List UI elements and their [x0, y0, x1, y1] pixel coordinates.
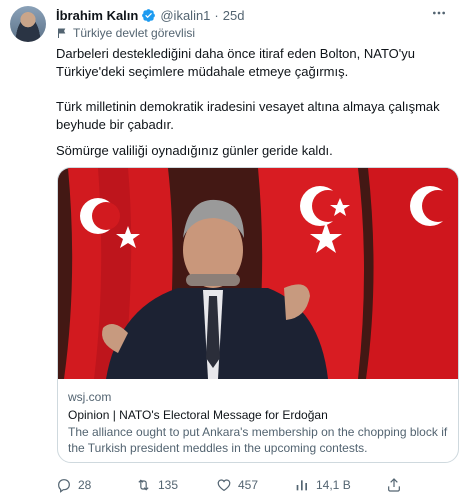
tweet-header: İbrahim Kalın @ikalin1 · 25d — [56, 6, 244, 24]
views-count: 14,1 B — [316, 478, 351, 492]
card-image — [58, 168, 458, 379]
retweet-button[interactable]: 135 — [135, 474, 178, 496]
reply-button[interactable]: 28 — [56, 474, 91, 496]
like-count: 457 — [238, 478, 259, 492]
reply-icon — [58, 479, 70, 493]
retweet-count: 135 — [158, 478, 179, 492]
author-name[interactable]: İbrahim Kalın — [56, 8, 138, 23]
flag-icon — [58, 28, 66, 38]
government-label[interactable]: Türkiye devlet görevlisi — [56, 25, 195, 41]
avatar[interactable] — [10, 6, 46, 42]
retweet-icon — [138, 479, 149, 491]
tweet: İbrahim Kalın @ikalin1 · 25d Türkiye dev… — [0, 0, 462, 502]
more-icon[interactable] — [428, 4, 450, 22]
separator-dot: · — [214, 7, 219, 23]
views-button[interactable]: 14,1 B — [294, 474, 351, 496]
card-domain: wsj.com — [68, 390, 112, 404]
heart-icon — [217, 479, 231, 492]
reply-count: 28 — [78, 478, 92, 492]
tweet-actions: 28 135 457 14,1 B — [56, 474, 456, 496]
share-icon — [388, 478, 400, 492]
government-label-text: Türkiye devlet görevlisi — [73, 26, 196, 40]
like-button[interactable]: 457 — [216, 474, 258, 496]
tweet-text-paragraph-1: Darbeleri desteklediğini daha önce itira… — [56, 46, 415, 79]
verified-badge-icon — [141, 8, 156, 23]
share-button[interactable] — [386, 474, 408, 496]
author-handle[interactable]: @ikalin1 — [160, 8, 210, 23]
card-description: The alliance ought to put Ankara's membe… — [68, 425, 448, 455]
link-card[interactable]: wsj.com Opinion | NATO's Electoral Messa… — [57, 167, 459, 463]
tweet-text-paragraph-2: Türk milletinin demokratik iradesini ves… — [56, 99, 440, 132]
views-icon — [296, 480, 307, 491]
tweet-time[interactable]: 25d — [223, 8, 245, 23]
tweet-text-paragraph-3: Sömürge valiliği oynadığınız günler geri… — [56, 143, 333, 158]
card-title[interactable]: Opinion | NATO's Electoral Message for E… — [68, 408, 328, 422]
